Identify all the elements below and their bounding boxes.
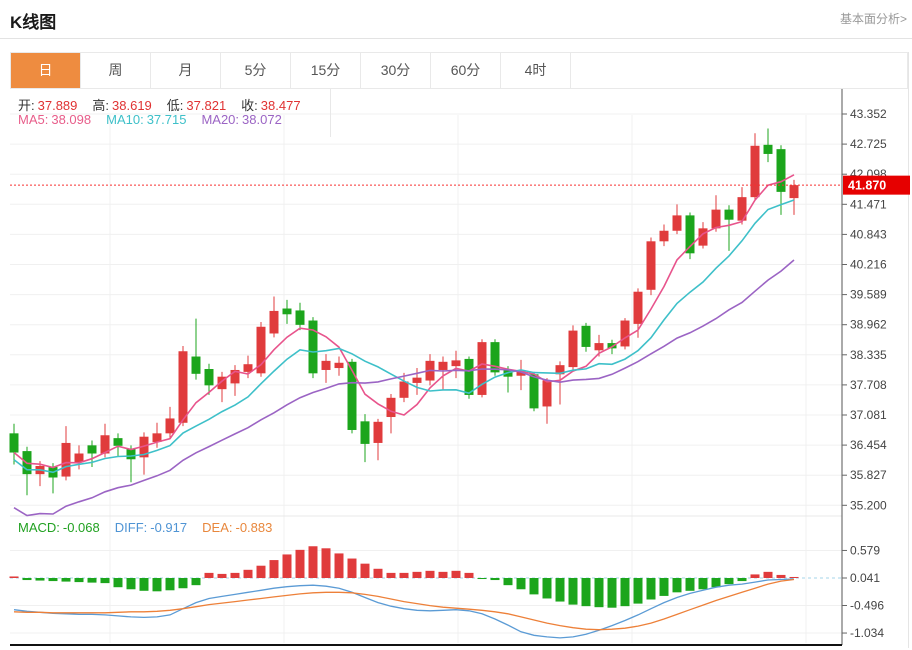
svg-text:-1.034: -1.034 bbox=[850, 626, 884, 640]
legend-ma-item: MA5:38.098 bbox=[18, 112, 91, 127]
svg-text:38.962: 38.962 bbox=[850, 318, 887, 332]
svg-text:39.589: 39.589 bbox=[850, 288, 887, 302]
ma10-line bbox=[14, 200, 794, 472]
svg-text:37.708: 37.708 bbox=[850, 378, 887, 392]
svg-text:0.579: 0.579 bbox=[850, 543, 880, 557]
svg-text:-0.496: -0.496 bbox=[850, 598, 884, 612]
svg-text:35.827: 35.827 bbox=[850, 468, 887, 482]
chart-bottom-border bbox=[10, 644, 842, 646]
tab-5分[interactable]: 5分 bbox=[221, 53, 291, 88]
tab-15分[interactable]: 15分 bbox=[291, 53, 361, 88]
macd-histogram bbox=[10, 546, 799, 607]
svg-text:37.081: 37.081 bbox=[850, 408, 887, 422]
tab-周[interactable]: 周 bbox=[81, 53, 151, 88]
period-tabs: 日周月5分15分30分60分4时 bbox=[10, 52, 908, 89]
tab-30分[interactable]: 30分 bbox=[361, 53, 431, 88]
ma-legend: MA5:38.098 MA10:37.715 MA20:38.072 bbox=[18, 112, 297, 127]
tab-60分[interactable]: 60分 bbox=[431, 53, 501, 88]
current-price-tag: 41.870 bbox=[843, 176, 910, 195]
tab-日[interactable]: 日 bbox=[11, 53, 81, 88]
legend-macd-item: DIFF:-0.917 bbox=[115, 520, 187, 535]
svg-text:40.216: 40.216 bbox=[850, 258, 887, 272]
tab-4时[interactable]: 4时 bbox=[501, 53, 571, 88]
svg-text:35.200: 35.200 bbox=[850, 498, 887, 512]
svg-text:41.870: 41.870 bbox=[848, 179, 886, 193]
y-axis: 43.35242.72542.09841.47140.84340.21639.5… bbox=[842, 52, 909, 648]
tab-row-filler bbox=[571, 53, 907, 88]
legend-ma-item: MA20:38.072 bbox=[201, 112, 281, 127]
svg-text:41.471: 41.471 bbox=[850, 197, 887, 211]
svg-text:0.041: 0.041 bbox=[850, 571, 880, 585]
svg-text:42.725: 42.725 bbox=[850, 137, 887, 151]
svg-text:36.454: 36.454 bbox=[850, 438, 887, 452]
candles-layer bbox=[10, 128, 799, 495]
svg-text:43.352: 43.352 bbox=[850, 107, 887, 121]
legend-divider bbox=[330, 89, 331, 137]
legend-ma-item: MA10:37.715 bbox=[106, 112, 186, 127]
svg-text:38.335: 38.335 bbox=[850, 348, 887, 362]
svg-text:40.843: 40.843 bbox=[850, 227, 887, 241]
legend-macd-item: MACD:-0.068 bbox=[18, 520, 100, 535]
legend-macd-item: DEA:-0.883 bbox=[202, 520, 272, 535]
macd-legend: MACD:-0.068 DIFF:-0.917 DEA:-0.883 bbox=[18, 520, 287, 535]
tab-月[interactable]: 月 bbox=[151, 53, 221, 88]
